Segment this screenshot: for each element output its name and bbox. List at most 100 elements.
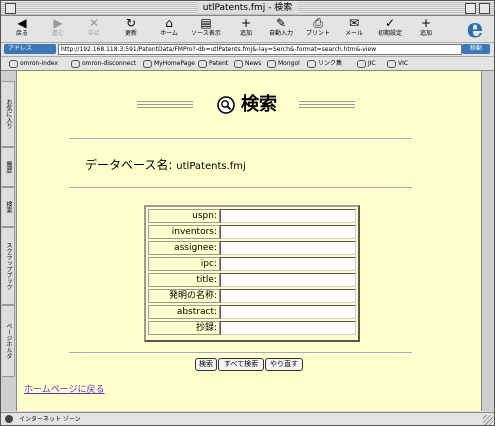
refresh-icon: ↻ xyxy=(125,16,137,30)
link-label: omron-disconnect xyxy=(82,60,137,67)
browser-window: utlPatents.fmj - 検索 ◀ 戻る ▶ 進む ✕ 中止 ↻ 更新 … xyxy=(0,0,495,426)
collapse-box[interactable] xyxy=(479,3,490,14)
search-button[interactable]: 検索 xyxy=(195,358,217,371)
field-label: inventors: xyxy=(148,225,220,239)
tab-history[interactable]: 履歴 xyxy=(2,147,15,187)
stop-button[interactable]: ✕ 中止 xyxy=(79,17,109,41)
link-icon xyxy=(307,59,316,68)
field-label: 発明の名称: xyxy=(148,289,220,303)
form-row-invention-name: 発明の名称: xyxy=(148,289,356,303)
home-page-link[interactable]: ホームページに戻る xyxy=(24,382,105,395)
autofill-label: 自動入力 xyxy=(268,30,293,37)
address-input[interactable]: http://192.168.118.3:591/PatentData/FMPr… xyxy=(58,44,462,55)
add-favorite-label: 追加 xyxy=(239,30,252,37)
forward-button[interactable]: ▶ 進む xyxy=(43,17,73,41)
link-label: VIC xyxy=(398,60,409,67)
field-label: title: xyxy=(148,273,220,287)
link-icon xyxy=(198,59,207,68)
tab-search[interactable]: 検索 xyxy=(2,187,15,227)
title-bar[interactable]: utlPatents.fmj - 検索 xyxy=(1,1,494,16)
reset-button[interactable]: やり直す xyxy=(265,358,303,371)
link-item[interactable]: VIC xyxy=(387,59,408,68)
tab-favorites[interactable]: お気に入り xyxy=(2,81,15,147)
home-button[interactable]: ⌂ ホーム xyxy=(154,17,184,41)
form-row-summary: 抄録: xyxy=(148,321,356,335)
resize-handle[interactable] xyxy=(483,415,493,425)
forward-icon: ▶ xyxy=(53,16,63,30)
abstract-input[interactable] xyxy=(220,305,356,319)
form-row-title: title: xyxy=(148,273,356,287)
page-content: 検索 データベース名: utlPatents.fmj uspn: invento… xyxy=(17,71,482,411)
magnifier-icon xyxy=(217,96,235,114)
heading-decoration-left xyxy=(137,101,193,109)
link-item[interactable]: News xyxy=(234,59,261,68)
stop-icon: ✕ xyxy=(88,16,100,30)
explorer-bar-tabs: お気に入り 履歴 検索 スクラップブック ページホルダ xyxy=(1,71,17,411)
forward-label: 進む xyxy=(51,30,64,37)
autofill-icon: ✎ xyxy=(275,16,287,30)
link-label: News xyxy=(245,60,262,67)
form-row-inventors: inventors: xyxy=(148,225,356,239)
link-item[interactable]: MyHomePage xyxy=(143,59,195,68)
inventors-input[interactable] xyxy=(220,225,356,239)
close-box[interactable] xyxy=(5,3,16,14)
link-label: Mongol xyxy=(278,60,300,67)
database-name: utlPatents.fmj xyxy=(176,161,246,172)
back-icon: ◀ xyxy=(17,16,27,30)
home-label: ホーム xyxy=(160,30,178,37)
link-icon xyxy=(9,59,18,68)
vertical-scrollbar[interactable] xyxy=(481,71,494,411)
link-label: omron-index xyxy=(20,60,58,67)
preferences-button[interactable]: ✓ 初期設定 xyxy=(375,17,405,41)
link-label: MyHomePage xyxy=(154,60,195,67)
status-bar: インターネット ゾーン xyxy=(1,412,494,425)
refresh-label: 更新 xyxy=(124,30,137,37)
address-label: アドレス xyxy=(4,44,56,54)
tab-page-holder[interactable]: ページホルダ xyxy=(2,305,15,377)
title-input[interactable] xyxy=(220,273,356,287)
add-favorite-button[interactable]: + 追加 xyxy=(231,17,261,41)
explorer-logo-icon: e xyxy=(466,14,484,44)
go-button[interactable]: 移動 xyxy=(462,44,490,54)
view-source-button[interactable]: ▤ ソース表示 xyxy=(191,17,221,41)
link-item[interactable]: Patent xyxy=(198,59,228,68)
print-button[interactable]: ⎙ プリント xyxy=(303,17,333,41)
link-item[interactable]: Mongol xyxy=(267,59,300,68)
link-icon xyxy=(234,59,243,68)
back-label: 戻る xyxy=(15,30,28,37)
page-title: 検索 xyxy=(241,94,277,115)
add-button[interactable]: + 追加 xyxy=(411,17,441,41)
back-button[interactable]: ◀ 戻る xyxy=(7,17,37,41)
uspn-input[interactable] xyxy=(220,209,356,223)
mail-button[interactable]: ✉ メール xyxy=(339,17,369,41)
invention-name-input[interactable] xyxy=(220,289,356,303)
home-icon: ⌂ xyxy=(165,16,173,30)
internet-zone-icon xyxy=(5,415,13,423)
search-all-button[interactable]: すべて検索 xyxy=(218,358,264,371)
toolbar: ◀ 戻る ▶ 進む ✕ 中止 ↻ 更新 ⌂ ホーム ▤ ソース表示 + 追加 ✎ xyxy=(1,16,494,43)
print-label: プリント xyxy=(305,30,330,37)
database-label: データベース名: utlPatents.fmj xyxy=(85,158,246,174)
tab-scrapbook[interactable]: スクラップブック xyxy=(2,227,15,305)
ipc-input[interactable] xyxy=(220,257,356,271)
source-icon: ▤ xyxy=(200,16,212,30)
assignee-input[interactable] xyxy=(220,241,356,255)
link-item[interactable]: リンク集 xyxy=(307,59,342,68)
form-row-assignee: assignee: xyxy=(148,241,356,255)
link-item[interactable]: omron-index xyxy=(9,59,58,68)
summary-input[interactable] xyxy=(220,321,356,335)
autofill-button[interactable]: ✎ 自動入力 xyxy=(266,17,296,41)
link-label: Patent xyxy=(209,60,229,67)
form-buttons: 検索 すべて検索 やり直す xyxy=(195,358,315,372)
mail-icon: ✉ xyxy=(348,16,360,30)
link-item[interactable]: JIC xyxy=(357,59,376,68)
refresh-button[interactable]: ↻ 更新 xyxy=(116,17,146,41)
link-item[interactable]: omron-disconnect xyxy=(71,59,136,68)
divider xyxy=(69,187,412,189)
form-row-uspn: uspn: xyxy=(148,209,356,223)
zoom-box[interactable] xyxy=(465,3,476,14)
database-caption: データベース名: xyxy=(85,158,173,172)
link-label: リンク集 xyxy=(318,60,343,67)
heading-area: 検索 xyxy=(17,91,482,121)
link-label: JIC xyxy=(368,60,376,67)
